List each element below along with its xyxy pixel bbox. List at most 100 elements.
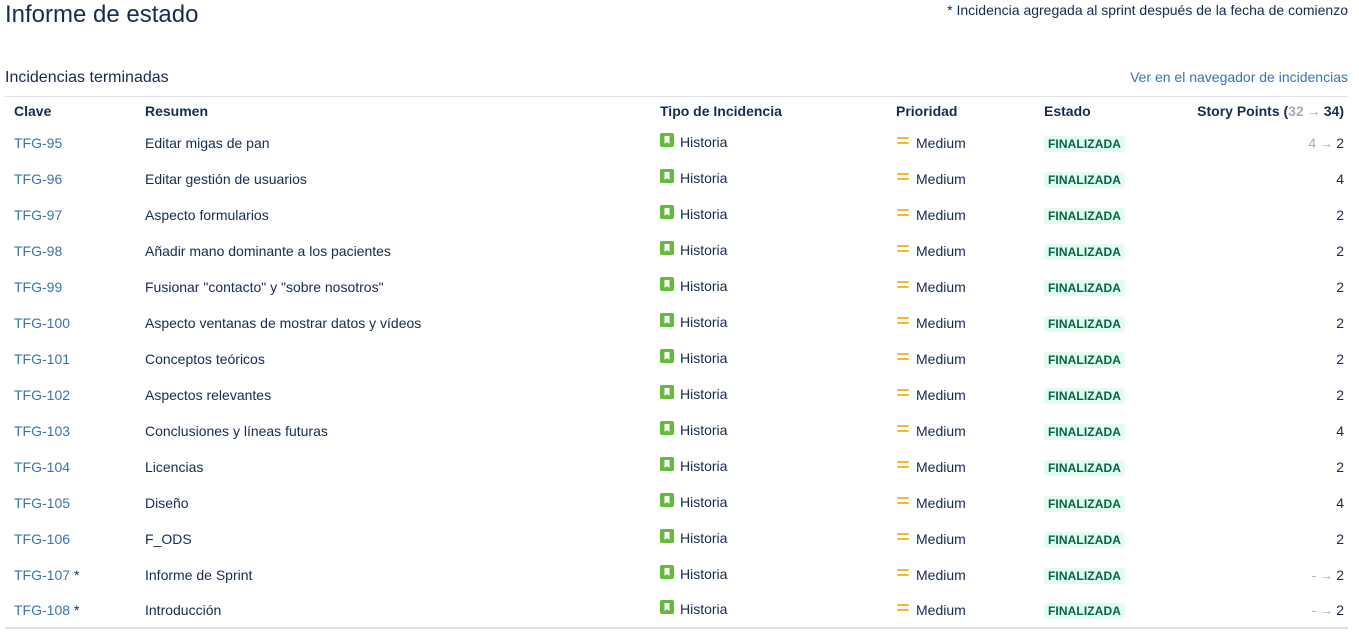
- cell-status: FINALIZADA: [1035, 413, 1185, 449]
- column-header-type[interactable]: Tipo de Incidencia: [651, 97, 887, 125]
- story-points-value: 2: [1336, 459, 1344, 475]
- cell-summary: Diseño: [136, 485, 651, 521]
- cell-key: TFG-97: [5, 197, 136, 233]
- cell-type: Historia: [651, 341, 887, 377]
- table-row[interactable]: TFG-96 Editar gestión de usuarios Histor…: [5, 161, 1348, 197]
- story-points-value: 2: [1336, 207, 1344, 223]
- cell-story-points: 4: [1185, 161, 1348, 197]
- issue-key-link[interactable]: TFG-103: [14, 423, 70, 439]
- issue-type-label: Historia: [680, 314, 728, 330]
- issue-summary: Aspecto formularios: [145, 207, 269, 223]
- priority-medium-icon: [896, 208, 910, 218]
- column-header-key[interactable]: Clave: [5, 97, 136, 125]
- issue-navigator-link[interactable]: Ver en el navegador de incidencias: [1130, 69, 1348, 85]
- table-row[interactable]: TFG-107 * Informe de Sprint Historia Medi…: [5, 557, 1348, 593]
- cell-story-points: - → 2: [1185, 593, 1348, 629]
- issue-summary: Conceptos teóricos: [145, 351, 265, 367]
- issue-type-label: Historia: [680, 134, 728, 150]
- cell-type: Historia: [651, 449, 887, 485]
- cell-summary: Editar migas de pan: [136, 125, 651, 161]
- column-header-story-points[interactable]: Story Points (32 → 34): [1185, 97, 1348, 125]
- column-header-status[interactable]: Estado: [1035, 97, 1185, 125]
- issue-key-link[interactable]: TFG-108: [14, 602, 70, 618]
- priority-medium-icon: [896, 603, 910, 613]
- issue-key-link[interactable]: TFG-104: [14, 459, 70, 475]
- story-points-value: 2: [1336, 243, 1344, 259]
- priority-label: Medium: [916, 351, 966, 367]
- table-row[interactable]: TFG-98 Añadir mano dominante a los pacie…: [5, 233, 1348, 269]
- table-row[interactable]: TFG-102 Aspectos relevantes Historia Med…: [5, 377, 1348, 413]
- priority-medium-icon: [896, 136, 910, 146]
- story-bookmark-icon: [660, 565, 674, 579]
- issue-key-link[interactable]: TFG-106: [14, 531, 70, 547]
- story-bookmark-icon: [660, 313, 674, 327]
- issue-key-link[interactable]: TFG-96: [14, 171, 62, 187]
- priority-label: Medium: [916, 459, 966, 475]
- cell-status: FINALIZADA: [1035, 125, 1185, 161]
- column-header-priority[interactable]: Prioridad: [887, 97, 1035, 125]
- cell-type: Historia: [651, 305, 887, 341]
- cell-type: Historia: [651, 233, 887, 269]
- cell-status: FINALIZADA: [1035, 341, 1185, 377]
- completed-issues-table: Clave Resumen Tipo de Incidencia Priorid…: [5, 97, 1348, 629]
- story-bookmark-icon: [660, 241, 674, 255]
- status-badge: FINALIZADA: [1044, 171, 1125, 188]
- issue-key-link[interactable]: TFG-95: [14, 135, 62, 151]
- issue-key-link[interactable]: TFG-105: [14, 495, 70, 511]
- issue-key-link[interactable]: TFG-100: [14, 315, 70, 331]
- cell-priority: Medium: [887, 449, 1035, 485]
- issue-key-link[interactable]: TFG-101: [14, 351, 70, 367]
- issue-summary: Aspectos relevantes: [145, 387, 272, 403]
- status-badge: FINALIZADA: [1044, 351, 1125, 368]
- table-row[interactable]: TFG-95 Editar migas de pan Historia Medi…: [5, 125, 1348, 161]
- priority-medium-icon: [896, 532, 910, 542]
- cell-type: Historia: [651, 413, 887, 449]
- priority-medium-icon: [896, 244, 910, 254]
- table-row[interactable]: TFG-101 Conceptos teóricos Historia Medi…: [5, 341, 1348, 377]
- cell-key: TFG-99: [5, 269, 136, 305]
- issue-key-link[interactable]: TFG-99: [14, 279, 62, 295]
- issue-key-link[interactable]: TFG-98: [14, 243, 62, 259]
- cell-status: FINALIZADA: [1035, 233, 1185, 269]
- issue-type-label: Historia: [680, 422, 728, 438]
- table-row[interactable]: TFG-99 Fusionar "contacto" y "sobre noso…: [5, 269, 1348, 305]
- issue-summary: Editar gestión de usuarios: [145, 171, 307, 187]
- table-row[interactable]: TFG-104 Licencias Historia Medium FINALI…: [5, 449, 1348, 485]
- cell-story-points: 2: [1185, 305, 1348, 341]
- column-header-summary[interactable]: Resumen: [136, 97, 651, 125]
- cell-status: FINALIZADA: [1035, 161, 1185, 197]
- issue-key-link[interactable]: TFG-107: [14, 567, 70, 583]
- cell-summary: Aspectos relevantes: [136, 377, 651, 413]
- issue-key-link[interactable]: TFG-102: [14, 387, 70, 403]
- cell-key: TFG-101: [5, 341, 136, 377]
- cell-status: FINALIZADA: [1035, 521, 1185, 557]
- priority-label: Medium: [916, 602, 966, 618]
- story-points-old: -: [1311, 567, 1317, 583]
- cell-type: Historia: [651, 197, 887, 233]
- table-row[interactable]: TFG-100 Aspecto ventanas de mostrar dato…: [5, 305, 1348, 341]
- priority-label: Medium: [916, 531, 966, 547]
- cell-summary: F_ODS: [136, 521, 651, 557]
- priority-medium-icon: [896, 568, 910, 578]
- cell-type: Historia: [651, 161, 887, 197]
- table-row[interactable]: TFG-103 Conclusiones y líneas futuras Hi…: [5, 413, 1348, 449]
- cell-summary: Aspecto ventanas de mostrar datos y víde…: [136, 305, 651, 341]
- priority-medium-icon: [896, 172, 910, 182]
- cell-priority: Medium: [887, 521, 1035, 557]
- table-row[interactable]: TFG-108 * Introducción Historia Medium FI…: [5, 593, 1348, 629]
- cell-story-points: - → 2: [1185, 557, 1348, 593]
- issue-key-link[interactable]: TFG-97: [14, 207, 62, 223]
- issue-type-label: Historia: [680, 170, 728, 186]
- added-after-start-mark: *: [74, 567, 80, 583]
- cell-status: FINALIZADA: [1035, 485, 1185, 521]
- story-points-value: 2: [1336, 602, 1344, 618]
- cell-type: Historia: [651, 485, 887, 521]
- cell-story-points: 4: [1185, 413, 1348, 449]
- table-row[interactable]: TFG-106 F_ODS Historia Medium FINALIZADA…: [5, 521, 1348, 557]
- table-row[interactable]: TFG-105 Diseño Historia Medium FINALIZAD…: [5, 485, 1348, 521]
- story-points-total-old: 32: [1288, 103, 1304, 119]
- issue-summary: Editar migas de pan: [145, 135, 270, 151]
- priority-label: Medium: [916, 423, 966, 439]
- issue-summary: Diseño: [145, 495, 189, 511]
- table-row[interactable]: TFG-97 Aspecto formularios Historia Medi…: [5, 197, 1348, 233]
